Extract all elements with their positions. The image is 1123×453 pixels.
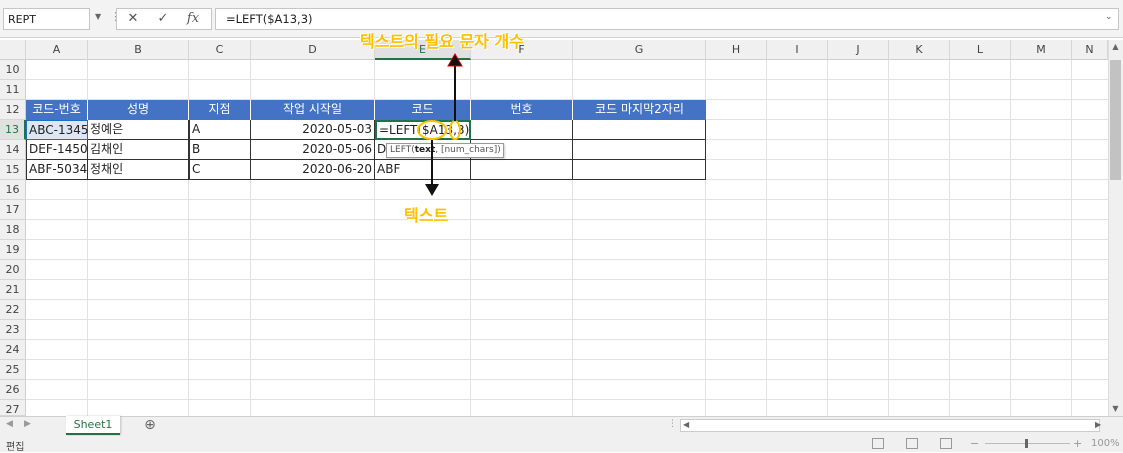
arrow-up-head xyxy=(447,53,463,67)
zoom-out-icon[interactable]: − xyxy=(970,437,980,450)
prev-sheet-icon[interactable]: ◀ xyxy=(6,419,16,429)
page-break-icon[interactable] xyxy=(940,438,952,449)
status-bar xyxy=(0,436,1123,452)
next-sheet-icon[interactable]: ▶ xyxy=(24,419,34,429)
normal-view-icon[interactable] xyxy=(872,438,884,449)
zoom-slider-thumb[interactable] xyxy=(1025,439,1028,448)
arrow-down-head xyxy=(425,184,439,196)
page-layout-icon[interactable] xyxy=(906,438,918,449)
zoom-in-icon[interactable]: + xyxy=(1073,437,1083,450)
annotation-top-label: 텍스트의 필요 문자 개수 xyxy=(360,32,524,51)
annotation-overlay xyxy=(417,53,463,196)
highlight-circle xyxy=(449,120,461,140)
grip-icon: ⋮ xyxy=(668,419,677,429)
annotation-bottom-label: 텍스트 xyxy=(404,206,449,225)
vertical-scroll-thumb[interactable] xyxy=(1110,60,1121,180)
zoom-level[interactable]: 100% xyxy=(1091,438,1120,449)
scroll-left-icon[interactable]: ◀ xyxy=(683,420,693,429)
sheet-tab[interactable]: Sheet1 xyxy=(66,416,120,435)
status-mode: 편집 xyxy=(6,442,25,453)
scroll-right-icon[interactable]: ▶ xyxy=(1095,420,1105,429)
add-sheet-icon[interactable]: ⊕ xyxy=(142,416,158,435)
scroll-up-icon[interactable]: ▲ xyxy=(1110,42,1121,54)
highlight-circle xyxy=(417,120,447,140)
scroll-down-icon[interactable]: ▼ xyxy=(1110,404,1121,416)
horizontal-scrollbar[interactable] xyxy=(680,419,1100,432)
